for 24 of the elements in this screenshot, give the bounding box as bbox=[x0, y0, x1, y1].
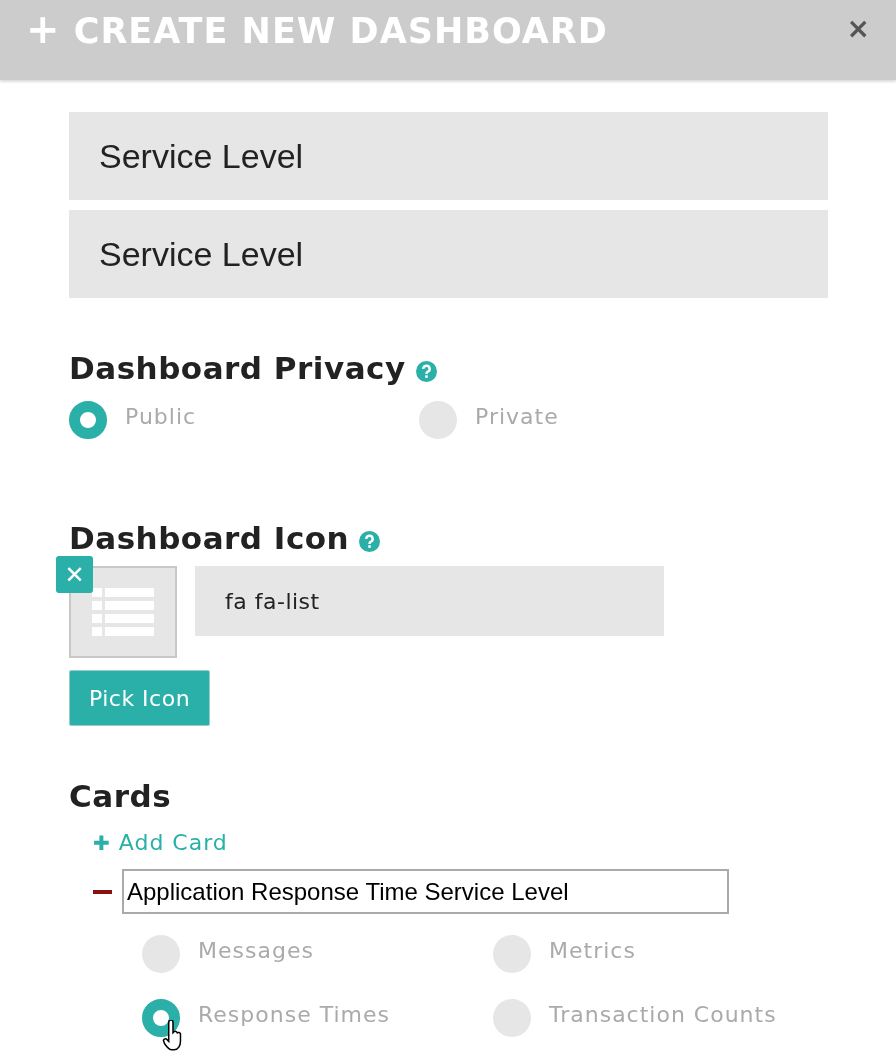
radio-button[interactable] bbox=[69, 401, 107, 439]
radio-button[interactable] bbox=[419, 401, 457, 439]
section-heading: Dashboard Icon bbox=[69, 520, 350, 556]
radio-label: Metrics bbox=[549, 937, 636, 963]
radio-label: Public bbox=[125, 403, 197, 429]
radio-label: Private bbox=[475, 403, 559, 429]
radio-button[interactable] bbox=[493, 935, 531, 973]
card-title-field[interactable]: Application Response Time Service Level bbox=[122, 869, 729, 914]
radio-button[interactable] bbox=[142, 999, 180, 1037]
text-field[interactable]: Service Level bbox=[69, 210, 828, 298]
close-button[interactable]: × bbox=[842, 6, 874, 51]
icon-class-field[interactable]: fa fa-list bbox=[195, 566, 664, 636]
help-icon[interactable] bbox=[415, 360, 437, 382]
help-icon[interactable] bbox=[359, 530, 381, 552]
radio-button[interactable] bbox=[493, 999, 531, 1037]
radio-label: Response Times bbox=[198, 1001, 390, 1027]
radio-label: Messages bbox=[198, 937, 314, 963]
section-heading: Cards bbox=[69, 778, 172, 814]
radio-button[interactable] bbox=[142, 935, 180, 973]
text-field[interactable]: Service Level bbox=[69, 112, 828, 200]
radio-label: Transaction Counts bbox=[549, 1001, 777, 1027]
hand-cursor-icon bbox=[162, 1020, 184, 1052]
section-heading: Dashboard Privacy bbox=[69, 350, 406, 386]
list-icon bbox=[92, 588, 154, 636]
